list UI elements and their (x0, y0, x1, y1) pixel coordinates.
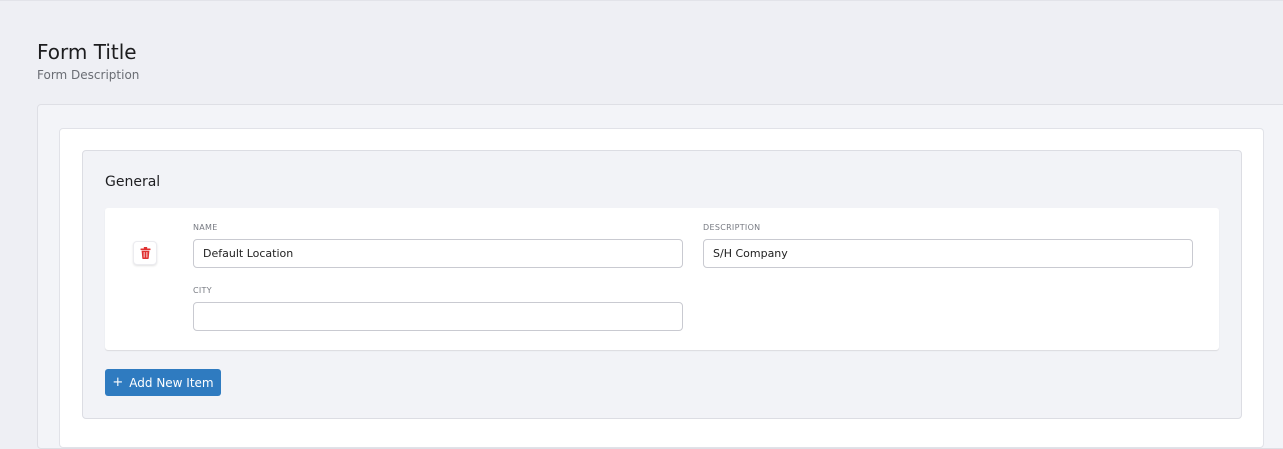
form-description: Form Description (37, 68, 140, 82)
name-input[interactable] (193, 239, 683, 268)
delete-item-button[interactable] (133, 241, 157, 265)
city-input[interactable] (193, 302, 683, 331)
form-title: Form Title (37, 40, 137, 64)
form-header: Form Title Form Description (37, 40, 139, 82)
trash-icon (140, 244, 151, 263)
plus-icon: + (112, 375, 124, 390)
top-divider (0, 0, 1283, 1)
description-input[interactable] (703, 239, 1193, 268)
name-label: NAME (193, 223, 218, 232)
description-label: DESCRIPTION (703, 223, 761, 232)
section-title: General (105, 174, 161, 190)
add-new-item-label: Add New Item (129, 375, 214, 390)
city-label: CITY (193, 286, 212, 295)
add-new-item-button[interactable]: + Add New Item (105, 369, 221, 396)
